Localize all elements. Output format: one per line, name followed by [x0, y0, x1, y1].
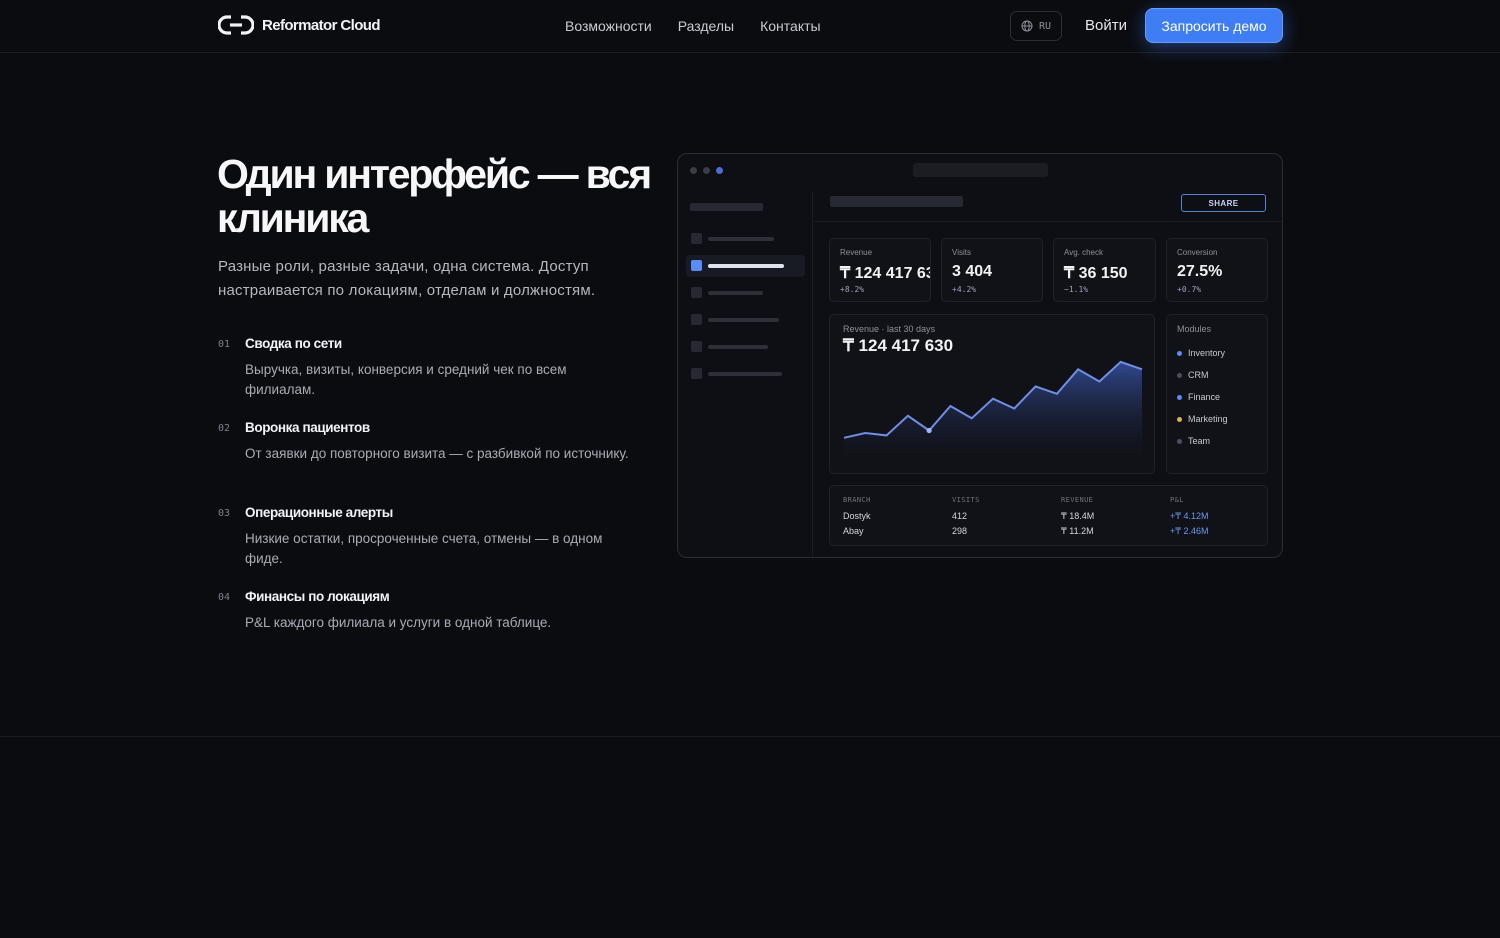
url-bar-placeholder [913, 163, 1048, 177]
status-dot [1177, 416, 1182, 422]
page-heading-placeholder [830, 196, 963, 207]
kpi-card-avg-check: Avg. check ₸ 36 150 −1.1% [1053, 238, 1156, 302]
sidebar-item [686, 363, 805, 385]
globe-icon [1021, 20, 1033, 32]
status-dot [1177, 394, 1182, 400]
kpi-label: Conversion [1177, 248, 1218, 257]
chart-point [926, 427, 932, 434]
feature-description: Низкие остатки, просроченные счета, отме… [245, 531, 603, 566]
nav-link-contacts[interactable]: Контакты [760, 18, 820, 34]
sidebar-item-active [686, 255, 805, 277]
divider [814, 221, 1282, 222]
kpi-card-visits: Visits 3 404 +4.2% [941, 238, 1043, 302]
language-label: RU [1038, 20, 1052, 32]
share-button[interactable]: SHARE [1181, 194, 1266, 212]
request-demo-button[interactable]: Запросить демо [1145, 8, 1283, 43]
modules-card: Modules Inventory CRM Finance Marketing … [1166, 314, 1268, 474]
main-nav: Возможности Разделы Контакты [565, 18, 821, 34]
kpi-value: 3 404 [952, 263, 993, 280]
revenue-area-chart [843, 360, 1143, 455]
table-header: REVENUE [1061, 496, 1094, 504]
kpi-label: Revenue [840, 248, 873, 257]
hero-title: Один интерфейс — вся клиника [217, 151, 652, 241]
revenue-chart-card: Revenue · last 30 days ₸ 124 417 630 [829, 314, 1155, 474]
sidebar-item [686, 282, 805, 304]
top-navbar: Reformator Cloud Возможности Разделы Кон… [0, 0, 1500, 53]
feature-description: Выручка, визиты, конверсия и средний чек… [245, 362, 567, 397]
modules-title: Modules [1177, 324, 1212, 334]
branch-table: BRANCH VISITS REVENUE P&L Dostyk 412 ₸ 1… [829, 485, 1268, 546]
status-dot [1177, 438, 1182, 444]
feature-description: От заявки до повторного визита — с разби… [245, 446, 629, 461]
kpi-value: 27.5% [1177, 263, 1223, 280]
module-item-crm[interactable]: CRM [1177, 370, 1209, 380]
feature-number: 03 [218, 508, 231, 519]
login-link[interactable]: Войти [1085, 17, 1127, 34]
kpi-delta: +8.2% [840, 285, 865, 294]
nav-link-features[interactable]: Возможности [565, 18, 652, 34]
chart-area [844, 361, 1142, 455]
kpi-delta: +4.2% [952, 285, 977, 294]
preview-sidebar [678, 191, 813, 557]
module-item-marketing[interactable]: Marketing [1177, 414, 1228, 424]
hero-subtitle: Разные роли, разные задачи, одна система… [218, 258, 596, 299]
dashboard-preview: SHARE Revenue ₸ 124 417 630 +8.2% Visits… [677, 153, 1283, 558]
logo[interactable]: Reformator Cloud [218, 14, 381, 36]
status-dot [1177, 350, 1182, 356]
sidebar-item [686, 309, 805, 331]
feature-number: 02 [218, 423, 231, 434]
table-cell: +₸ 2.46M [1170, 526, 1209, 536]
status-dot [1177, 372, 1182, 378]
feature-description: P&L каждого филиала и услуги в одной таб… [245, 615, 552, 630]
window-dot [703, 167, 710, 174]
kpi-label: Avg. check [1064, 248, 1103, 257]
feature-number: 04 [218, 592, 231, 603]
table-cell: +₸ 4.12M [1170, 511, 1209, 521]
feature-title: Воронка пациентов [245, 420, 370, 435]
kpi-delta: −1.1% [1064, 285, 1089, 294]
kpi-label: Visits [952, 248, 971, 257]
sidebar-heading-placeholder [690, 203, 763, 211]
table-header: VISITS [952, 496, 980, 504]
table-cell: 298 [952, 526, 968, 536]
nav-link-sections[interactable]: Разделы [678, 18, 734, 34]
language-switcher[interactable]: RU [1010, 11, 1062, 41]
window-dot [716, 167, 723, 174]
window-dot [690, 167, 697, 174]
feature-title: Финансы по локациям [245, 589, 390, 604]
table-cell: Dostyk [843, 511, 871, 521]
kpi-card-conversion: Conversion 27.5% +0.7% [1166, 238, 1268, 302]
sidebar-item [686, 336, 805, 358]
table-header: BRANCH [843, 496, 871, 504]
module-item-inventory[interactable]: Inventory [1177, 348, 1225, 358]
table-cell: Abay [843, 526, 864, 536]
logo-icon [218, 15, 254, 35]
section-divider [0, 736, 1500, 737]
table-cell: ₸ 11.2M [1061, 526, 1094, 536]
kpi-value: ₸ 124 417 630 [840, 265, 930, 282]
feature-title: Операционные алерты [245, 505, 393, 520]
kpi-value: ₸ 36 150 [1064, 265, 1128, 282]
feature-title: Сводка по сети [245, 336, 342, 351]
logo-text: Reformator Cloud [262, 16, 381, 34]
table-cell: 412 [952, 511, 968, 521]
sidebar-item [686, 228, 805, 250]
feature-number: 01 [218, 339, 231, 350]
module-item-team[interactable]: Team [1177, 436, 1210, 446]
module-item-finance[interactable]: Finance [1177, 392, 1220, 402]
kpi-delta: +0.7% [1177, 285, 1202, 294]
kpi-card-revenue: Revenue ₸ 124 417 630 +8.2% [829, 238, 931, 302]
table-cell: ₸ 18.4M [1061, 511, 1095, 521]
table-header: P&L [1170, 496, 1184, 504]
